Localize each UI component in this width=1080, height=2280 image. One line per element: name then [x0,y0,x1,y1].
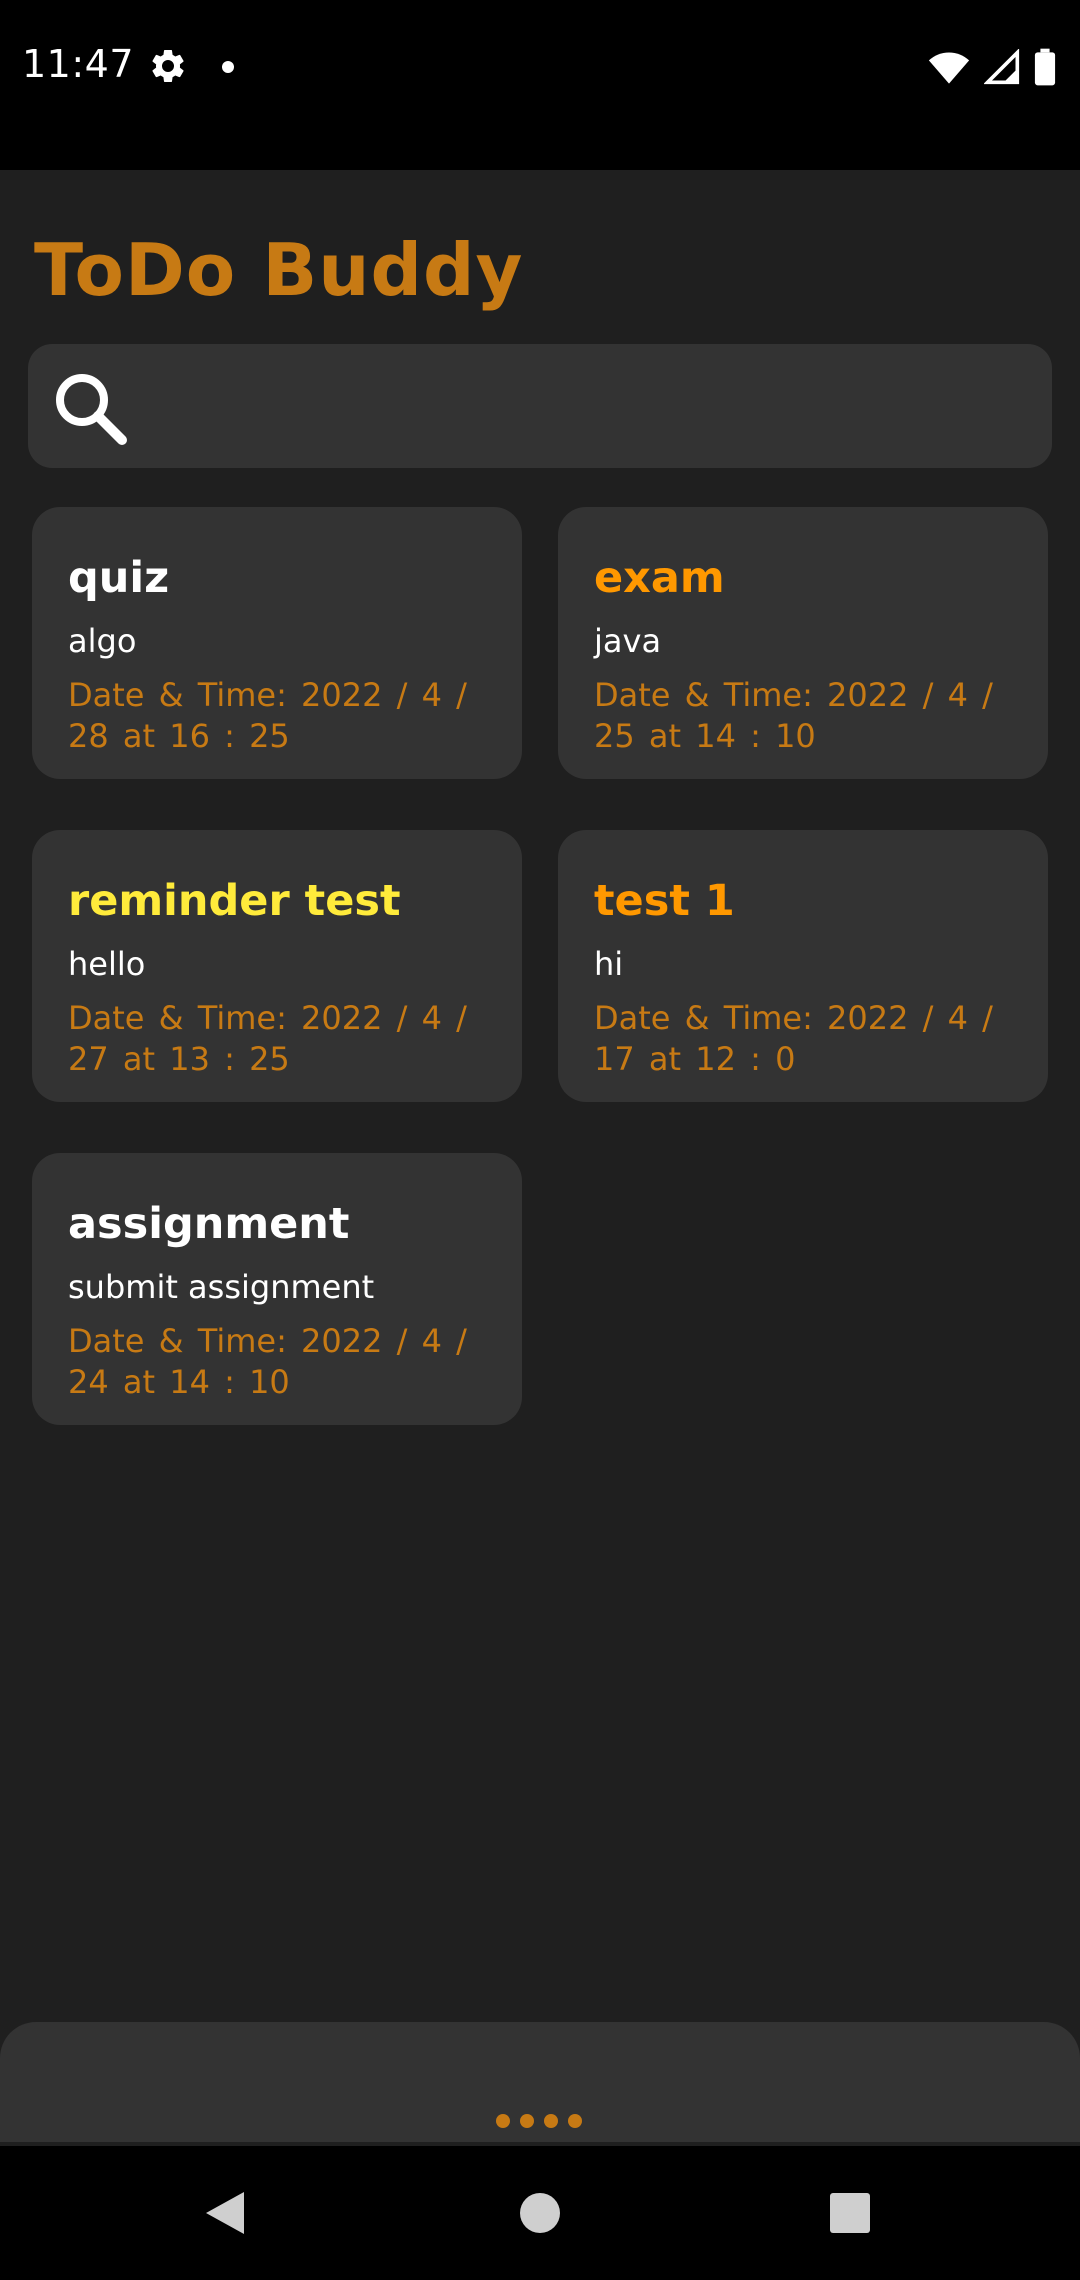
note-card-exam[interactable]: exam java Date & Time: 2022 / 4 / 25 at … [558,507,1048,779]
note-date: Date & Time: 2022 / 4 / 28 at 16 : 25 [68,676,467,755]
note-text: hello [68,945,146,983]
note-date: Date & Time: 2022 / 4 / 24 at 14 : 10 [68,1322,467,1401]
note-card-quiz[interactable]: quiz algo Date & Time: 2022 / 4 / 28 at … [32,507,522,779]
search-icon[interactable] [50,368,130,448]
screen: 11:47 ToDo Buddy quiz algo Date & Time: … [0,0,1080,2280]
search-input[interactable] [148,364,1028,448]
back-icon [206,2192,244,2234]
wifi-icon [928,52,970,84]
note-title: assignment [68,1199,350,1249]
note-text: java [594,622,662,660]
cell-signal-icon [984,49,1020,85]
navigation-bar [0,2146,1080,2280]
note-title: reminder test [68,876,401,926]
note-text: submit assignment [68,1268,375,1306]
battery-icon [1034,48,1056,86]
note-card-test-1[interactable]: test 1 hi Date & Time: 2022 / 4 / 17 at … [558,830,1048,1102]
notification-dot-icon [222,61,234,73]
bottom-sheet[interactable] [0,2022,1080,2142]
home-button[interactable] [503,2176,577,2250]
note-date: Date & Time: 2022 / 4 / 25 at 14 : 10 [594,676,993,755]
note-text: algo [68,622,137,660]
home-icon [520,2193,560,2233]
note-date: Date & Time: 2022 / 4 / 17 at 12 : 0 [594,999,993,1078]
note-title: test 1 [594,876,735,926]
note-text: hi [594,945,624,983]
note-card-reminder-test[interactable]: reminder test hello Date & Time: 2022 / … [32,830,522,1102]
search-bar[interactable] [28,344,1052,468]
status-time: 11:47 [22,42,135,86]
status-icons [928,46,1056,88]
note-title: quiz [68,553,170,603]
back-button[interactable] [188,2176,262,2250]
page-title: ToDo Buddy [34,228,524,312]
drag-handle-dots-icon[interactable] [496,2114,582,2128]
settings-icon [152,49,184,82]
recents-icon [830,2193,870,2233]
note-card-assignment[interactable]: assignment submit assignment Date & Time… [32,1153,522,1425]
status-bar: 11:47 [0,0,1080,170]
note-date: Date & Time: 2022 / 4 / 27 at 13 : 25 [68,999,467,1078]
note-title: exam [594,553,725,603]
recents-button[interactable] [813,2176,887,2250]
